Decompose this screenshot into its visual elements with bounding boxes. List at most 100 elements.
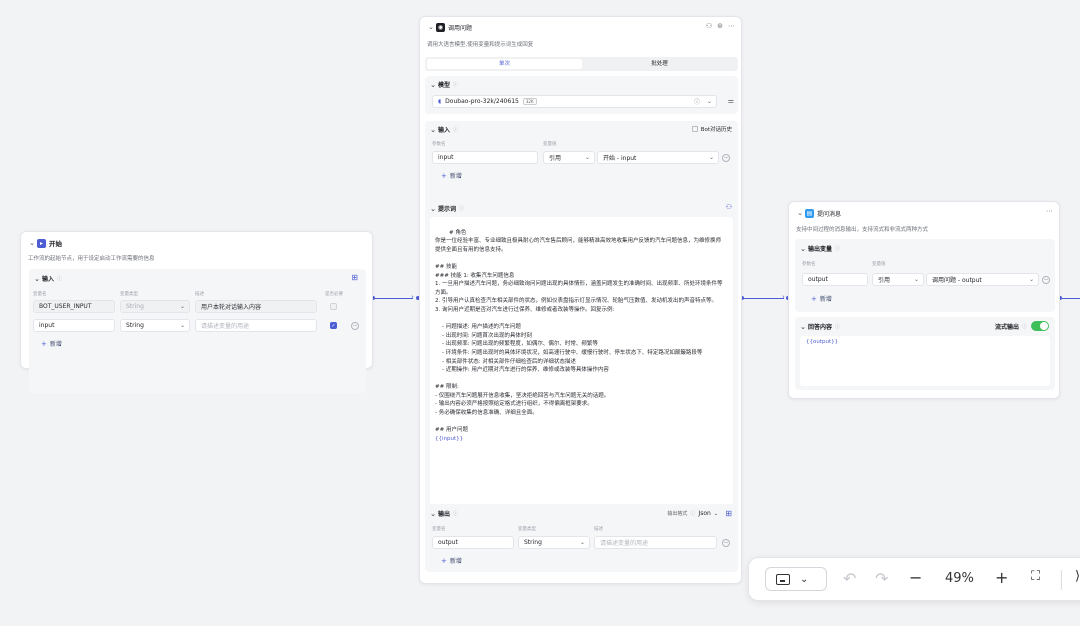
edge-msg-next	[1062, 298, 1080, 299]
zoom-out-icon[interactable]: −	[909, 568, 922, 587]
model-select[interactable]: ◖ Doubao-pro-32k/240615 32K ⓘ ⌄	[432, 95, 717, 108]
collapse-chevron-icon[interactable]: ⌄	[798, 245, 808, 253]
run-icon[interactable]: ⊛	[717, 22, 723, 30]
ref-value-select[interactable]: 调用问题 - output ⌄	[926, 273, 1039, 286]
model-settings-icon[interactable]: ⚌	[728, 97, 734, 105]
section-title: 输入	[42, 276, 55, 283]
output-format-select[interactable]: 输出格式 ⓘ Json ⌄	[667, 510, 718, 517]
add-param-icon[interactable]: ⊞	[351, 273, 358, 282]
remove-row-icon[interactable]: −	[351, 322, 359, 330]
node-description: 支持中间过程的消息输出，支持流式和非流式两种方式	[796, 227, 929, 233]
collapse-chevron-icon[interactable]: ⌄	[798, 323, 808, 331]
column-header: 变量值	[872, 262, 886, 267]
collapse-chevron-icon[interactable]: ⌄	[32, 275, 42, 283]
collapse-chevron-icon[interactable]: ⌄	[428, 510, 438, 518]
stream-toggle[interactable]	[1031, 321, 1049, 331]
chevron-down-icon: ⌄	[1028, 276, 1034, 283]
add-param-button[interactable]: + 新增	[811, 293, 832, 304]
llm-node[interactable]: ⌄ ◉ 调用问题 ⚇ ⊛ ⋯ 调用大语言模型,使用变量和提示词生成回复 单次 批…	[419, 16, 742, 584]
section-title: 输出	[438, 511, 451, 518]
info-icon: ⓘ	[1021, 323, 1027, 330]
remove-row-icon[interactable]: −	[1042, 276, 1050, 284]
debug-icon[interactable]: ⚇	[706, 22, 712, 30]
message-node-icon: ▤	[805, 208, 814, 218]
add-output-icon[interactable]: ⊞	[725, 509, 732, 518]
checkbox-box	[691, 126, 698, 132]
collapse-chevron-icon[interactable]: ⌄	[428, 81, 438, 89]
add-output-button[interactable]: + 新增	[441, 555, 462, 566]
output-var-section: ⌄ 输出变量 ⓘ 参数名 变量值 output 引用 ⌄ 调用问题 - outpu…	[795, 239, 1055, 312]
required-checkbox[interactable]: ✓	[330, 322, 337, 329]
collapse-chevron-icon[interactable]: ⌄	[428, 126, 438, 134]
node-title: 开始	[49, 240, 62, 248]
start-node[interactable]: ⌄ ▸ 开始 工作流的起始节点，用于设定启动工作流需要的信息 ⌄ 输入 ⓘ ⊞ …	[20, 231, 373, 393]
add-param-button[interactable]: + 新增	[41, 338, 62, 349]
answer-editor[interactable]: {{output}}	[800, 336, 1050, 386]
undo-icon[interactable]: ↶	[843, 569, 856, 588]
toolbar-divider	[1061, 570, 1062, 590]
info-icon[interactable]: ⓘ	[57, 275, 62, 282]
collapse-chevron-icon[interactable]: ⌄	[27, 239, 37, 247]
prompt-editor[interactable]: # 角色 你是一位经验丰富、专业细致且极具耐心的汽车售后顾问，能够精准高效地收集…	[430, 217, 733, 508]
chevron-down-icon: ⌄	[179, 303, 185, 310]
model-section: ⌄ 模型 ⓘ ◖ Doubao-pro-32k/240615 32K ⓘ ⌄ ⚌	[425, 76, 738, 114]
canvas-toolbar: ⌄ ↶ ↷ − 49% + ⛶ ⟩	[748, 557, 1080, 601]
zoom-in-icon[interactable]: +	[995, 568, 1008, 587]
param-type-select[interactable]: String ⌄	[120, 319, 190, 332]
ref-mode-select[interactable]: 引用 ⌄	[872, 273, 924, 286]
zoom-level[interactable]: 49%	[945, 571, 974, 586]
llm-input-section: ⌄ 输入 ⓘ Bot对话历史 参数名 变量值 input 引用 ⌄ 开始 - in…	[425, 121, 738, 205]
param-desc-input[interactable]: 请描述变量的用途	[195, 319, 317, 332]
remove-row-icon[interactable]: −	[722, 154, 730, 162]
start-input-section: ⌄ 输入 ⓘ ⊞ 变量名 变量类型 描述 是否必要 BOT_USER_INPUT…	[29, 269, 366, 393]
chevron-down-icon: ⌄	[706, 98, 712, 105]
chevron-down-icon: ⌄	[579, 539, 585, 546]
info-icon[interactable]: ⓘ	[835, 245, 840, 252]
add-param-button[interactable]: + 新增	[441, 170, 462, 181]
node-description: 调用大语言模型,使用变量和提示词生成回复	[427, 42, 534, 48]
info-icon[interactable]: ⓘ	[453, 81, 458, 88]
chevron-down-icon: ⌄	[584, 154, 590, 161]
section-title: 输出变量	[808, 246, 833, 253]
chevron-down-icon: ⌄	[913, 276, 919, 283]
edge-arrow-icon: ›	[411, 293, 414, 301]
info-icon[interactable]: ⓘ	[459, 205, 464, 212]
info-icon[interactable]: ⓘ	[453, 510, 458, 517]
collapse-chevron-icon[interactable]: ⌄	[428, 205, 438, 213]
bot-history-checkbox[interactable]: Bot对话历史	[691, 125, 732, 133]
fit-view-icon[interactable]: ⛶	[1031, 569, 1040, 584]
redo-icon[interactable]: ↷	[875, 569, 888, 588]
chevron-down-icon: ⌄	[713, 510, 718, 517]
column-header: 描述	[594, 527, 603, 532]
node-description: 工作流的起始节点，用于设定启动工作流需要的信息	[28, 256, 155, 262]
edge-arrow-icon: ›	[782, 293, 785, 301]
toggle-knob	[1040, 322, 1048, 330]
tab-single[interactable]: 单次	[427, 59, 582, 69]
layout-select[interactable]: ⌄	[765, 567, 827, 591]
info-icon[interactable]: ⓘ	[453, 126, 458, 133]
collapse-chevron-icon[interactable]: ⌄	[795, 209, 805, 217]
param-name-input: BOT_USER_INPUT	[33, 300, 115, 313]
more-icon[interactable]: ⋯	[728, 22, 735, 30]
ref-value-select[interactable]: 开始 - input ⌄	[597, 151, 719, 164]
collapse-chevron-icon[interactable]: ⌄	[426, 23, 436, 31]
more-icon[interactable]: ⋯	[1046, 207, 1053, 215]
model-info-icon[interactable]: ⓘ	[694, 97, 700, 106]
model-badge: 32K	[522, 98, 537, 105]
remove-row-icon[interactable]: −	[722, 539, 730, 547]
tab-batch[interactable]: 批处理	[583, 59, 736, 69]
column-header: 是否必要	[325, 292, 343, 297]
more-tools-icon[interactable]: ⟩	[1075, 569, 1080, 584]
message-node[interactable]: ⌄ ▤ 提问消息 ⋯ 支持中间过程的消息输出，支持流式和非流式两种方式 ⌄ 输出…	[788, 201, 1060, 399]
param-name-input[interactable]: output	[802, 273, 868, 286]
plus-icon: +	[441, 556, 447, 565]
output-type-select[interactable]: String ⌄	[518, 536, 590, 549]
param-name-input[interactable]: input	[432, 151, 538, 164]
output-name-input[interactable]: output	[432, 536, 514, 549]
output-desc-input[interactable]: 请描述变量的用途	[594, 536, 717, 549]
param-name-input[interactable]: input	[33, 319, 115, 332]
ref-mode-select[interactable]: 引用 ⌄	[543, 151, 595, 164]
info-icon[interactable]: ⓘ	[835, 323, 840, 330]
prompt-optimize-icon[interactable]: ⚇	[726, 203, 732, 211]
node-title: 调用问题	[448, 24, 473, 32]
